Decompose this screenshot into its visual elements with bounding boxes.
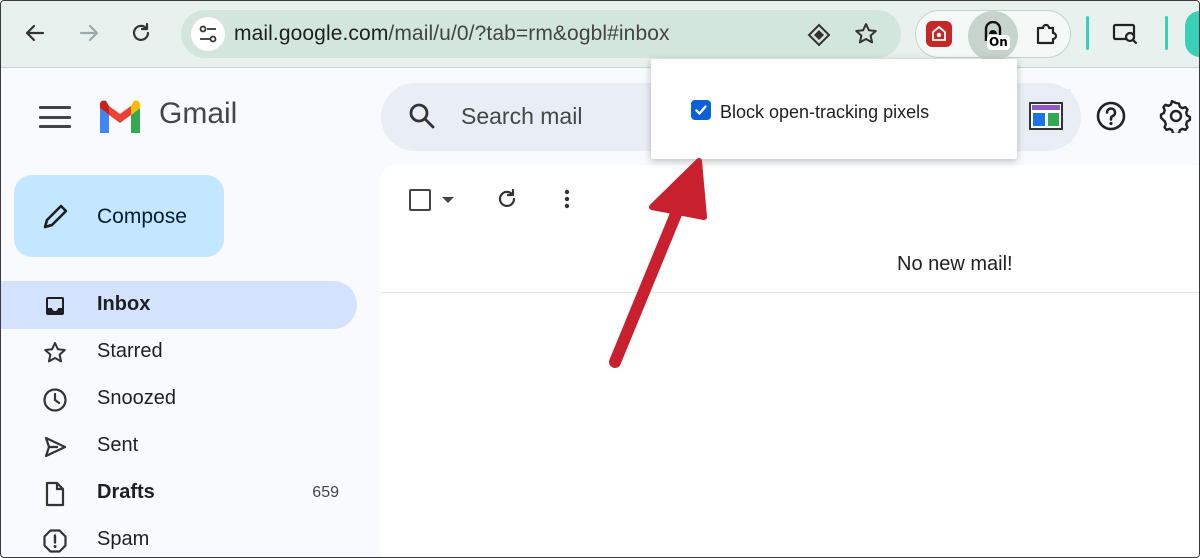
sidebar-item-label: Spam [97, 528, 150, 550]
block-tracking-checkbox[interactable] [691, 100, 711, 120]
toolbar-separator-right [1165, 16, 1168, 50]
spam-icon [41, 527, 69, 555]
list-divider [381, 292, 1199, 293]
site-settings-icon[interactable] [191, 17, 225, 51]
sidebar-item-label: Starred [97, 340, 163, 362]
url-host: mail.google.com [234, 22, 389, 45]
bookmark-star-icon[interactable] [853, 21, 879, 52]
profile-avatar[interactable] [1185, 11, 1199, 57]
sidebar-item-label: Drafts [97, 481, 155, 503]
clock-icon [41, 386, 69, 414]
sidebar-item-label: Inbox [97, 293, 151, 315]
block-tracking-label[interactable]: Block open-tracking pixels [720, 102, 929, 123]
inbox-icon [41, 292, 69, 320]
sidebar-item-spam[interactable]: Spam [1, 516, 357, 557]
sidebar-item-label: Snoozed [97, 387, 176, 409]
cast-icon[interactable] [1107, 15, 1143, 51]
sidebar-item-label: Sent [97, 434, 139, 456]
settings-gear-icon[interactable] [1155, 95, 1197, 137]
more-options-icon[interactable] [563, 187, 571, 216]
sidebar-item-snoozed[interactable]: Snoozed [1, 375, 357, 423]
empty-inbox-message: No new mail! [897, 253, 1013, 275]
search-input[interactable]: Search mail [461, 103, 582, 130]
help-icon[interactable] [1090, 95, 1132, 137]
url-text: mail.google.com/mail/u/0/?tab=rm&ogbl#in… [234, 22, 670, 46]
reload-icon[interactable] [123, 15, 159, 51]
search-icon[interactable] [407, 101, 437, 136]
screenshot-frame: mail.google.com/mail/u/0/?tab=rm&ogbl#in… [0, 0, 1200, 558]
puzzle-extensions-icon[interactable] [1028, 15, 1064, 51]
sidebar-toggle-icon[interactable] [1021, 89, 1071, 143]
toolbar-separator [1086, 16, 1089, 50]
main-menu-icon[interactable] [39, 102, 71, 132]
gmail-wordmark: Gmail [159, 97, 238, 130]
extension-badge: On [987, 35, 1010, 50]
select-all-checkbox[interactable] [409, 189, 431, 211]
forward-icon[interactable] [71, 15, 107, 51]
back-icon[interactable] [17, 15, 53, 51]
send-to-devices-icon[interactable] [806, 22, 832, 53]
sidebar-item-inbox[interactable]: Inbox [1, 281, 357, 329]
gmail-logo-icon[interactable] [97, 99, 143, 140]
url-path: /mail/u/0/?tab=rm&ogbl#inbox [388, 22, 670, 45]
pencil-icon [41, 201, 71, 236]
extension-red-icon[interactable] [926, 21, 952, 47]
star-icon [41, 339, 69, 367]
draft-icon [41, 480, 69, 508]
drafts-count: 659 [312, 484, 339, 501]
select-dropdown-icon[interactable] [442, 197, 454, 203]
send-icon [41, 433, 69, 461]
address-bar[interactable]: mail.google.com/mail/u/0/?tab=rm&ogbl#in… [181, 10, 901, 58]
sidebar-item-sent[interactable]: Sent [1, 422, 357, 470]
sidebar-item-starred[interactable]: Starred [1, 328, 357, 376]
sidebar-item-drafts[interactable]: Drafts 659 [1, 469, 357, 517]
mail-list-panel [381, 165, 1199, 557]
browser-toolbar: mail.google.com/mail/u/0/?tab=rm&ogbl#in… [1, 1, 1199, 68]
compose-label: Compose [97, 205, 187, 228]
refresh-icon[interactable] [495, 187, 519, 216]
